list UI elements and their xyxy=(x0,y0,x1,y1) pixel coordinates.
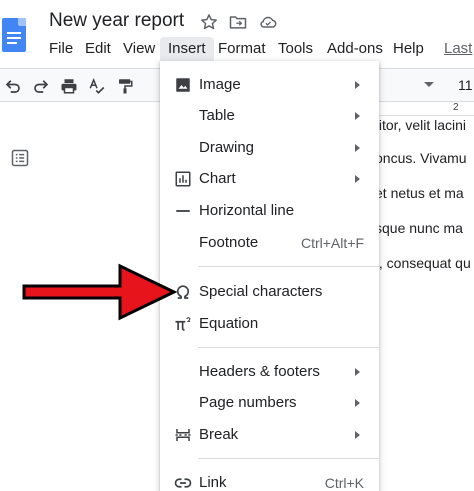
cloud-saved-icon[interactable] xyxy=(258,12,278,32)
insert-drawing-item[interactable]: Drawing xyxy=(160,133,379,163)
last-edit-link[interactable]: Last xyxy=(444,37,472,61)
print-icon[interactable] xyxy=(60,77,78,95)
break-icon xyxy=(175,429,191,441)
menu-format[interactable]: Format xyxy=(218,37,266,61)
insert-image-item[interactable]: Image xyxy=(160,70,379,100)
redo-icon[interactable] xyxy=(32,77,50,95)
submenu-arrow-icon xyxy=(355,144,360,152)
insert-footnote-item[interactable]: Footnote Ctrl+Alt+F xyxy=(160,228,379,258)
menu-separator xyxy=(198,458,379,459)
chart-icon xyxy=(175,171,191,187)
font-dropdown-arrow-icon[interactable] xyxy=(424,82,434,87)
menu-view[interactable]: View xyxy=(123,37,155,61)
insert-equation-item[interactable]: Equation xyxy=(160,309,379,339)
page-text-line: t, consequat qu xyxy=(375,255,471,271)
menu-tools[interactable]: Tools xyxy=(278,37,313,61)
menu-item-label: Break xyxy=(199,426,239,443)
menu-insert[interactable]: Insert xyxy=(160,37,214,61)
menu-item-label: Link xyxy=(199,474,227,491)
insert-break-item[interactable]: Break xyxy=(160,420,379,450)
page-text-line: sque nunc ma xyxy=(375,220,463,236)
insert-table-item[interactable]: Table xyxy=(160,101,379,131)
insert-chart-item[interactable]: Chart xyxy=(160,164,379,194)
link-icon xyxy=(174,478,192,488)
insert-link-item[interactable]: Link Ctrl+K xyxy=(160,468,379,491)
insert-headers-footers-item[interactable]: Headers & footers xyxy=(160,357,379,387)
menu-item-label: Page numbers xyxy=(199,394,297,411)
insert-page-numbers-item[interactable]: Page numbers xyxy=(160,388,379,418)
document-title[interactable]: New year report xyxy=(49,10,184,32)
menu-item-label: Image xyxy=(199,76,241,93)
menu-separator xyxy=(198,266,379,267)
menu-file[interactable]: File xyxy=(49,37,73,61)
page-text-line: et netus et ma xyxy=(375,185,464,201)
red-arrow-annotation-icon xyxy=(22,263,178,321)
submenu-arrow-icon xyxy=(355,175,360,183)
move-to-folder-icon[interactable] xyxy=(228,12,248,32)
google-docs-window: New year report File Edit View Insert Fo… xyxy=(0,0,474,491)
menu-item-label: Equation xyxy=(199,315,259,332)
submenu-arrow-icon xyxy=(355,112,360,120)
submenu-arrow-icon xyxy=(355,399,360,407)
star-icon[interactable] xyxy=(199,12,219,32)
spellcheck-icon[interactable] xyxy=(88,77,106,95)
submenu-arrow-icon xyxy=(355,431,360,439)
font-size-field[interactable]: 11 xyxy=(458,77,473,93)
undo-icon[interactable] xyxy=(4,77,22,95)
menu-bar: File Edit View Insert Format Tools Add-o… xyxy=(0,37,474,61)
submenu-arrow-icon xyxy=(355,81,360,89)
shortcut-label: Ctrl+K xyxy=(324,475,364,491)
image-icon xyxy=(176,78,190,92)
ruler: 2 xyxy=(375,102,474,116)
horizontal-line-icon xyxy=(176,210,190,212)
menu-separator xyxy=(198,347,379,348)
menu-item-label: Drawing xyxy=(199,139,255,156)
menu-item-label: Special characters xyxy=(199,283,323,300)
insert-special-characters-item[interactable]: Special characters xyxy=(160,277,379,307)
menu-item-label: Chart xyxy=(199,170,236,187)
menu-add-ons[interactable]: Add-ons xyxy=(327,37,383,61)
menu-edit[interactable]: Edit xyxy=(85,37,111,61)
menu-help[interactable]: Help xyxy=(393,37,424,61)
paint-format-icon[interactable] xyxy=(116,77,134,95)
document-outline-icon[interactable] xyxy=(10,148,30,168)
insert-horizontal-line-item[interactable]: Horizontal line xyxy=(160,196,379,226)
ruler-marker: 2 xyxy=(453,102,459,113)
page-text-line: titor, velit lacini xyxy=(375,117,467,133)
submenu-arrow-icon xyxy=(355,368,360,376)
menu-item-label: Table xyxy=(199,107,235,124)
insert-menu: Image Table Drawing Chart Horizontal lin… xyxy=(160,61,379,491)
menu-item-label: Footnote xyxy=(199,234,259,251)
menu-item-label: Headers & footers xyxy=(199,363,320,380)
menu-item-label: Horizontal line xyxy=(199,202,295,219)
shortcut-label: Ctrl+Alt+F xyxy=(300,235,364,251)
page-text-line: oncus. Vivamu xyxy=(375,150,467,166)
